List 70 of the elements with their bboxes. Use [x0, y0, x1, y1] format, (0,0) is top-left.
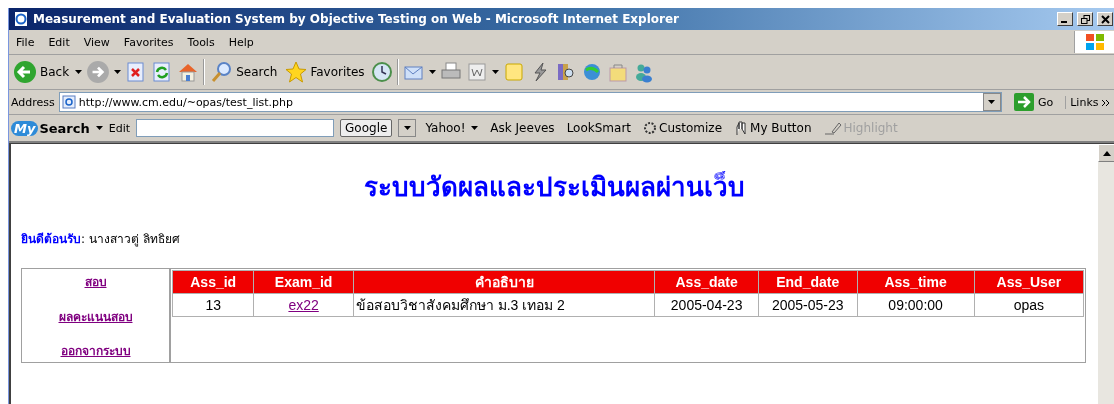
minimize-button[interactable]: [1057, 12, 1073, 26]
dropdown-button[interactable]: [398, 119, 417, 137]
table-cell: 2005-04-23: [655, 294, 758, 316]
caret-icon: [988, 100, 996, 104]
table-cell: ข้อสอบวิชาสังคมศึกษา ม.3 เทอม 2: [353, 294, 655, 316]
search-button[interactable]: Search: [209, 61, 280, 83]
back-button[interactable]: Back: [11, 60, 72, 84]
welcome-label: ยินดีต้อนรับ: [21, 231, 81, 248]
close-icon: [1100, 14, 1110, 24]
nav-link[interactable]: ผลคะแนนสอบ: [58, 306, 133, 326]
history-icon[interactable]: [370, 61, 393, 83]
search-icon: [211, 61, 234, 83]
menu-item[interactable]: File: [9, 35, 42, 49]
table-cell: 09:00:00: [857, 294, 974, 316]
menu-item[interactable]: Help: [221, 35, 261, 49]
hand-icon: [734, 120, 749, 136]
menu-item[interactable]: Edit: [41, 35, 77, 49]
caret-icon[interactable]: [95, 126, 103, 130]
google-button[interactable]: Google: [340, 119, 393, 137]
address-field[interactable]: http://www.cm.edu/~opas/test_list.php: [58, 92, 1002, 112]
user-name: : นางสาวตู่ ลิทธิยศ: [81, 231, 180, 248]
up-arrow-icon: [1102, 150, 1111, 156]
toolbar-link[interactable]: My Button: [731, 120, 815, 136]
pen-icon: [823, 121, 842, 135]
scroll-up-button[interactable]: [1098, 144, 1114, 162]
go-arrow-icon: [1013, 93, 1034, 111]
toolbar-link[interactable]: LookSmart: [563, 121, 635, 135]
address-label: Address: [11, 95, 55, 109]
star-icon: [285, 61, 308, 83]
caret-icon: [471, 126, 479, 130]
windows-flag-icon: [1085, 33, 1105, 51]
column-header: Ass_User: [974, 271, 1083, 293]
nav-link[interactable]: สอบ: [84, 272, 107, 291]
page-icon: [61, 95, 76, 109]
column-header: End_date: [758, 271, 857, 293]
nav-link[interactable]: ออกจากระบบ: [60, 341, 131, 360]
edit-label[interactable]: Edit: [108, 121, 131, 135]
caret-icon[interactable]: [114, 70, 122, 74]
window-title: Measurement and Evaluation System by Objective Testing on Web - Microsoft Internet Explorer: [33, 12, 680, 26]
toolbar-link[interactable]: Customize: [640, 121, 726, 135]
column-header: คำอธิบาย: [353, 271, 655, 293]
dropdown-button[interactable]: [982, 93, 1001, 111]
caret-icon[interactable]: [491, 70, 499, 74]
gear-icon: [643, 121, 658, 135]
search-field[interactable]: [136, 119, 335, 137]
menu-item[interactable]: Tools: [180, 35, 222, 49]
column-header: Ass_date: [655, 271, 758, 293]
caret-icon[interactable]: [75, 70, 83, 74]
caret-icon: [403, 126, 411, 130]
toolbar-link[interactable]: Ask Jeeves: [487, 121, 558, 135]
table-cell: opas: [974, 294, 1083, 316]
toolbar-link[interactable]: Yahoo!: [422, 121, 482, 135]
restore-icon: [1080, 14, 1090, 24]
menu-item[interactable]: Favorites: [116, 35, 181, 49]
restore-button[interactable]: [1077, 12, 1093, 26]
favorites-button[interactable]: Favorites: [283, 61, 367, 83]
chevron-icon: [1102, 99, 1109, 106]
mysearch-logo[interactable]: My Search: [11, 120, 90, 136]
table-cell: 2005-05-23: [758, 294, 857, 316]
table-cell: 13: [173, 294, 254, 316]
column-header: Exam_id: [254, 271, 353, 293]
links-button[interactable]: Links: [1065, 95, 1113, 109]
close-button[interactable]: [1097, 12, 1113, 26]
browser-icon: [13, 11, 29, 27]
menu-item[interactable]: View: [76, 35, 117, 49]
go-button[interactable]: Go: [1005, 93, 1062, 111]
column-header: Ass_id: [173, 271, 254, 293]
column-header: Ass_time: [857, 271, 974, 293]
page-heading: ระบบวัดผลและประเมินผลผ่านเว็บ: [363, 170, 746, 204]
caret-icon[interactable]: [428, 70, 436, 74]
